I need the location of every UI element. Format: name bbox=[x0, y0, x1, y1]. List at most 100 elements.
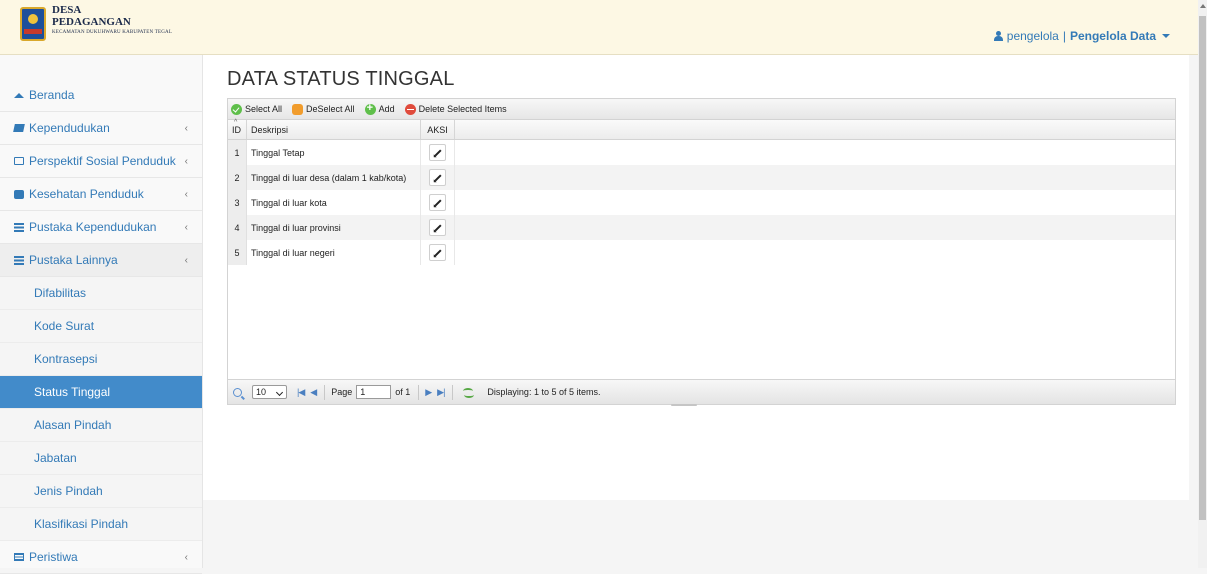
sidebar-item-peristiwa[interactable]: Peristiwa ‹ bbox=[0, 541, 202, 574]
delete-selected-label: Delete Selected Items bbox=[418, 104, 507, 114]
sidebar-subitem-jenis-pindah[interactable]: Jenis Pindah bbox=[0, 475, 202, 508]
sidebar-item-kesehatan[interactable]: Kesehatan Penduduk ‹ bbox=[0, 178, 202, 211]
emblem-icon bbox=[20, 7, 46, 41]
row-deskripsi: Tinggal di luar negeri bbox=[247, 240, 421, 265]
table-row[interactable]: 1 Tinggal Tetap bbox=[228, 140, 1175, 165]
sidebar-item-pustaka-kependudukan[interactable]: Pustaka Kependudukan ‹ bbox=[0, 211, 202, 244]
pencil-icon bbox=[433, 148, 442, 157]
sidebar-item-label: Pustaka Kependudukan bbox=[29, 220, 157, 234]
delete-circle-icon bbox=[404, 103, 416, 115]
caret-down-icon bbox=[1162, 34, 1170, 38]
sidebar-subitem-kontrasepsi[interactable]: Kontrasepsi bbox=[0, 343, 202, 376]
grid-toolbar: Select All DeSelect All Add Delete Selec… bbox=[228, 99, 1175, 120]
page-scrollbar[interactable] bbox=[1198, 0, 1207, 568]
prev-page-icon[interactable]: ◀ bbox=[310, 387, 317, 398]
column-header-id[interactable]: ID bbox=[228, 119, 247, 139]
data-grid: Select All DeSelect All Add Delete Selec… bbox=[227, 98, 1176, 405]
add-label: Add bbox=[378, 104, 395, 114]
column-header-deskripsi[interactable]: Deskripsi bbox=[247, 120, 421, 139]
scroll-up-icon[interactable] bbox=[1200, 4, 1206, 8]
pagination-bar: 10 |◀ ◀ Page 1 of 1 ▶ ▶| Displaying: 1 t… bbox=[228, 379, 1175, 404]
edit-button[interactable] bbox=[429, 144, 446, 161]
sidebar-subitem-kode-surat[interactable]: Kode Surat bbox=[0, 310, 202, 343]
sidebar-subitem-klasifikasi-pindah[interactable]: Klasifikasi Pindah bbox=[0, 508, 202, 541]
deselect-all-button[interactable]: DeSelect All bbox=[292, 103, 355, 115]
home-icon bbox=[14, 92, 24, 98]
list-icon bbox=[14, 222, 24, 232]
row-id: 4 bbox=[228, 215, 247, 240]
table-row[interactable]: 5 Tinggal di luar negeri bbox=[228, 240, 1175, 265]
table-row[interactable]: 2 Tinggal di luar desa (dalam 1 kab/kota… bbox=[228, 165, 1175, 190]
add-button[interactable]: Add bbox=[364, 102, 395, 115]
sidebar-item-label: Pustaka Lainnya bbox=[29, 253, 118, 267]
sidebar-item-kependudukan[interactable]: Kependudukan ‹ bbox=[0, 112, 202, 145]
sidebar-item-perspektif-sosial[interactable]: Perspektif Sosial Penduduk ‹ bbox=[0, 145, 202, 178]
pencil-icon bbox=[433, 173, 442, 182]
brand-text: DESA PEDAGANGAN KECAMATAN DUKUHWARU KABU… bbox=[52, 4, 172, 36]
user-icon bbox=[993, 31, 1003, 41]
pencil-icon bbox=[433, 248, 442, 257]
chevron-left-icon: ‹ bbox=[184, 189, 188, 200]
check-circle-icon bbox=[231, 103, 242, 115]
page-size-select[interactable]: 10 bbox=[252, 385, 287, 399]
brand-line-2: PEDAGANGAN bbox=[52, 16, 131, 28]
refresh-icon[interactable] bbox=[463, 387, 475, 398]
table-header: ID Deskripsi AKSI bbox=[228, 119, 1175, 140]
edit-button[interactable] bbox=[429, 219, 446, 236]
desktop-icon bbox=[14, 157, 24, 165]
add-circle-icon bbox=[364, 102, 376, 115]
sidebar-subitem-jabatan[interactable]: Jabatan bbox=[0, 442, 202, 475]
row-id: 1 bbox=[228, 140, 247, 165]
row-actions bbox=[421, 190, 455, 215]
newspaper-icon bbox=[14, 553, 24, 561]
sidebar-subitem-status-tinggal[interactable]: Status Tinggal bbox=[0, 376, 202, 409]
medkit-icon bbox=[14, 189, 24, 199]
username: pengelola bbox=[1006, 29, 1059, 43]
sidebar-item-label: Perspektif Sosial Penduduk bbox=[29, 154, 176, 168]
row-id: 5 bbox=[228, 240, 247, 265]
last-page-icon[interactable]: ▶| bbox=[437, 387, 445, 398]
chevron-left-icon: ‹ bbox=[184, 123, 188, 134]
top-header: DESA PEDAGANGAN KECAMATAN DUKUHWARU KABU… bbox=[0, 0, 1198, 55]
brand-logo[interactable]: DESA PEDAGANGAN KECAMATAN DUKUHWARU KABU… bbox=[20, 5, 172, 41]
pencil-icon bbox=[433, 223, 442, 232]
edit-button[interactable] bbox=[429, 244, 446, 261]
delete-selected-button[interactable]: Delete Selected Items bbox=[404, 103, 507, 115]
row-actions bbox=[421, 165, 455, 190]
search-icon[interactable] bbox=[233, 387, 242, 397]
sidebar-subitem-difabilitas[interactable]: Difabilitas bbox=[0, 277, 202, 310]
book-icon bbox=[13, 124, 25, 132]
page-number-input[interactable]: 1 bbox=[356, 385, 392, 399]
page-label: Page bbox=[331, 387, 353, 397]
table-row[interactable]: 3 Tinggal di luar kota bbox=[228, 190, 1175, 215]
row-actions bbox=[421, 215, 455, 240]
select-all-button[interactable]: Select All bbox=[231, 103, 282, 115]
displaying-info: Displaying: 1 to 5 of 5 items. bbox=[487, 387, 601, 397]
row-deskripsi: Tinggal di luar kota bbox=[247, 190, 421, 215]
edit-button[interactable] bbox=[429, 169, 446, 186]
edit-button[interactable] bbox=[429, 194, 446, 211]
row-id: 2 bbox=[228, 165, 247, 190]
main-content: DATA STATUS TINGGAL Select All DeSelect … bbox=[203, 55, 1189, 500]
user-menu[interactable]: pengelola | Pengelola Data bbox=[993, 29, 1170, 43]
first-page-icon[interactable]: |◀ bbox=[297, 387, 305, 398]
brand-line-1: DESA bbox=[52, 4, 82, 16]
sidebar-item-label: Peristiwa bbox=[29, 550, 78, 564]
pencil-icon bbox=[433, 198, 442, 207]
user-role: Pengelola Data bbox=[1069, 29, 1156, 43]
resize-handle[interactable] bbox=[671, 404, 697, 406]
next-page-icon[interactable]: ▶ bbox=[425, 387, 432, 398]
chevron-left-icon: ‹ bbox=[184, 222, 188, 233]
list-icon bbox=[14, 255, 24, 265]
row-actions bbox=[421, 140, 455, 165]
chevron-left-icon: ‹ bbox=[184, 156, 188, 167]
sidebar-item-label: Beranda bbox=[29, 88, 75, 102]
sidebar-item-pustaka-lainnya[interactable]: Pustaka Lainnya ‹ bbox=[0, 244, 202, 277]
row-id: 3 bbox=[228, 190, 247, 215]
sidebar-subitem-alasan-pindah[interactable]: Alasan Pindah bbox=[0, 409, 202, 442]
scrollbar-thumb[interactable] bbox=[1199, 16, 1206, 520]
table-row[interactable]: 4 Tinggal di luar provinsi bbox=[228, 215, 1175, 240]
sidebar-item-beranda[interactable]: Beranda bbox=[0, 79, 202, 112]
column-header-aksi: AKSI bbox=[421, 120, 455, 139]
chevron-left-icon: ‹ bbox=[184, 552, 188, 563]
